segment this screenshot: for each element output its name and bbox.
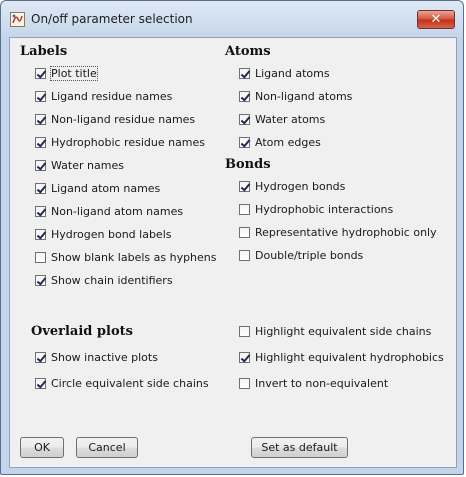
checkbox-non-ligand-residue-names[interactable]: Non-ligand residue names xyxy=(35,111,195,127)
checkbox-box[interactable] xyxy=(239,351,250,363)
checkbox-label: Show chain identifiers xyxy=(51,273,173,287)
checkbox-label: Ligand atoms xyxy=(255,66,330,80)
checkbox-box[interactable] xyxy=(35,159,46,171)
checkbox-box[interactable] xyxy=(35,136,46,148)
checkbox-show-blank-labels-as-hyphens[interactable]: Show blank labels as hyphens xyxy=(35,249,217,265)
checkbox-label: Highlight equivalent hydrophobics xyxy=(255,350,444,364)
cancel-button[interactable]: Cancel xyxy=(76,437,138,458)
checkbox-circle-equivalent-side-chains[interactable]: Circle equivalent side chains xyxy=(35,375,209,391)
checkbox-box[interactable] xyxy=(239,203,250,215)
close-icon: ✕ xyxy=(430,12,442,27)
checkbox-label: Atom edges xyxy=(255,135,321,149)
app-icon xyxy=(10,12,25,27)
checkbox-label: Show inactive plots xyxy=(51,350,158,364)
title-bar[interactable]: On/off parameter selection ✕ xyxy=(1,1,463,37)
checkbox-non-ligand-atoms[interactable]: Non-ligand atoms xyxy=(239,88,352,104)
set-as-default-button[interactable]: Set as default xyxy=(251,437,348,458)
checkbox-label: Show blank labels as hyphens xyxy=(51,250,217,264)
checkbox-plot-title[interactable]: Plot title xyxy=(35,65,98,81)
overlaid-plots-heading: Overlaid plots xyxy=(31,324,133,339)
checkbox-ligand-atoms[interactable]: Ligand atoms xyxy=(239,65,330,81)
checkbox-ligand-atom-names[interactable]: Ligand atom names xyxy=(35,180,160,196)
checkbox-label: Hydrogen bond labels xyxy=(51,227,172,241)
checkbox-label: Double/triple bonds xyxy=(255,248,364,262)
dialog-window: On/off parameter selection ✕ Labels Plot… xyxy=(0,0,464,475)
checkbox-label: Hydrophobic residue names xyxy=(51,135,206,149)
checkbox-box[interactable] xyxy=(35,274,46,286)
checkbox-ligand-residue-names[interactable]: Ligand residue names xyxy=(35,88,172,104)
checkbox-label: Highlight equivalent side chains xyxy=(255,324,432,338)
window-title: On/off parameter selection xyxy=(31,12,193,26)
checkbox-box[interactable] xyxy=(35,182,46,194)
checkbox-box[interactable] xyxy=(239,67,250,79)
checkbox-box[interactable] xyxy=(239,325,250,337)
checkbox-atom-edges[interactable]: Atom edges xyxy=(239,134,321,150)
checkbox-double-triple-bonds[interactable]: Double/triple bonds xyxy=(239,247,363,263)
checkbox-box[interactable] xyxy=(35,377,46,389)
checkbox-highlight-equivalent-side-chains[interactable]: Highlight equivalent side chains xyxy=(239,323,431,339)
ok-button[interactable]: OK xyxy=(20,437,64,458)
checkbox-hydrogen-bond-labels[interactable]: Hydrogen bond labels xyxy=(35,226,172,242)
checkbox-label: Water atoms xyxy=(255,112,326,126)
checkbox-label: Non-ligand residue names xyxy=(51,112,196,126)
checkbox-label: Hydrogen bonds xyxy=(255,179,346,193)
checkbox-label: Non-ligand atom names xyxy=(51,204,184,218)
checkbox-label: Hydrophobic interactions xyxy=(255,202,394,216)
checkbox-highlight-equivalent-hydrophobics[interactable]: Highlight equivalent hydrophobics xyxy=(239,349,444,365)
checkbox-box[interactable] xyxy=(239,249,250,261)
bonds-heading: Bonds xyxy=(225,157,271,172)
checkbox-label: Plot title xyxy=(50,65,98,81)
checkbox-box[interactable] xyxy=(239,226,250,238)
checkbox-box[interactable] xyxy=(35,67,46,79)
checkbox-label: Circle equivalent side chains xyxy=(51,376,209,390)
checkbox-label: Non-ligand atoms xyxy=(255,89,353,103)
checkbox-hydrogen-bonds[interactable]: Hydrogen bonds xyxy=(239,178,345,194)
checkbox-box[interactable] xyxy=(35,113,46,125)
dialog-content: Labels Plot title Ligand residue names Non… xyxy=(9,37,457,468)
checkbox-box[interactable] xyxy=(239,180,250,192)
checkbox-water-names[interactable]: Water names xyxy=(35,157,124,173)
checkbox-box[interactable] xyxy=(35,205,46,217)
checkbox-water-atoms[interactable]: Water atoms xyxy=(239,111,325,127)
checkbox-box[interactable] xyxy=(35,251,46,263)
checkbox-label: Representative hydrophobic only xyxy=(255,225,437,239)
checkbox-box[interactable] xyxy=(239,136,250,148)
checkbox-label: Ligand residue names xyxy=(51,89,173,103)
labels-heading: Labels xyxy=(20,44,68,59)
checkbox-box[interactable] xyxy=(239,113,250,125)
checkbox-label: Invert to non-equivalent xyxy=(255,376,389,390)
checkbox-box[interactable] xyxy=(239,377,250,389)
checkbox-non-ligand-atom-names[interactable]: Non-ligand atom names xyxy=(35,203,183,219)
checkbox-box[interactable] xyxy=(35,351,46,363)
close-button[interactable]: ✕ xyxy=(417,10,455,29)
checkbox-box[interactable] xyxy=(35,90,46,102)
atoms-heading: Atoms xyxy=(225,44,271,59)
checkbox-representative-hydrophobic-only[interactable]: Representative hydrophobic only xyxy=(239,224,437,240)
checkbox-label: Water names xyxy=(51,158,124,172)
checkbox-hydrophobic-interactions[interactable]: Hydrophobic interactions xyxy=(239,201,393,217)
checkbox-box[interactable] xyxy=(35,228,46,240)
checkbox-hydrophobic-residue-names[interactable]: Hydrophobic residue names xyxy=(35,134,205,150)
checkbox-label: Ligand atom names xyxy=(51,181,161,195)
checkbox-show-inactive-plots[interactable]: Show inactive plots xyxy=(35,349,158,365)
checkbox-invert-to-non-equivalent[interactable]: Invert to non-equivalent xyxy=(239,375,388,391)
checkbox-show-chain-identifiers[interactable]: Show chain identifiers xyxy=(35,272,173,288)
checkbox-box[interactable] xyxy=(239,90,250,102)
